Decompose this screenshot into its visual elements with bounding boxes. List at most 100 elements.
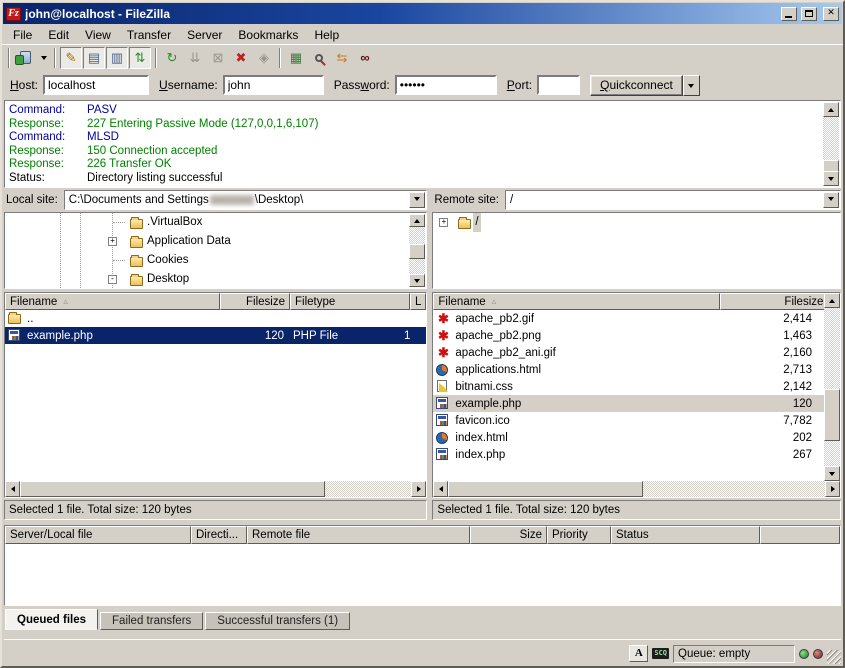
scroll-up-button[interactable] — [823, 102, 839, 117]
scroll-down-button[interactable] — [823, 171, 839, 186]
password-label: Password: — [334, 78, 390, 92]
site-manager-button[interactable] — [14, 47, 36, 69]
parent-directory-row[interactable]: .. — [5, 310, 426, 327]
tab-queued-files[interactable]: Queued files — [5, 609, 98, 630]
triangle-up-icon — [414, 216, 420, 223]
column-header-filename[interactable]: Filename▵ — [433, 293, 720, 310]
remote-list-hscrollbar[interactable] — [433, 481, 840, 497]
remote-file-row[interactable]: ✱apache_pb2.png1,463 — [433, 327, 840, 344]
remote-site-combo[interactable]: / — [505, 190, 841, 210]
menu-file[interactable]: File — [5, 26, 40, 44]
activity-led-red — [813, 649, 823, 659]
minimize-icon — [785, 16, 792, 18]
column-header-filename[interactable]: Filename▵ — [5, 293, 220, 310]
transfer-queue: Server/Local file Directi... Remote file… — [4, 525, 841, 606]
tree-item-cookies[interactable]: Cookies — [5, 251, 426, 270]
host-input[interactable] — [43, 75, 149, 95]
remote-file-row[interactable]: favicon.ico7,782 — [433, 412, 840, 429]
tree-item-application-data[interactable]: + Application Data — [5, 232, 426, 251]
log-scrollbar[interactable] — [823, 102, 839, 186]
maximize-button[interactable] — [801, 7, 817, 21]
php-file-icon — [436, 397, 450, 410]
tab-failed-transfers[interactable]: Failed transfers — [100, 612, 203, 630]
file-size: 1,463 — [722, 330, 822, 342]
local-site-combo[interactable]: C:\Documents and Settings\Desktop\ — [64, 190, 428, 210]
menu-transfer[interactable]: Transfer — [119, 26, 179, 44]
local-site-dropdown-button[interactable] — [409, 192, 425, 208]
expand-icon[interactable]: + — [439, 218, 448, 227]
speed-limit-icon[interactable]: SCQ — [652, 648, 669, 659]
toggle-transfer-queue-button[interactable]: ⇅ — [129, 47, 151, 69]
menu-help[interactable]: Help — [306, 26, 347, 44]
scrollbar-thumb[interactable] — [20, 481, 325, 497]
scroll-up-button[interactable] — [824, 293, 840, 308]
scroll-left-button[interactable] — [5, 481, 20, 497]
scroll-up-button[interactable] — [409, 214, 425, 227]
scroll-down-button[interactable] — [824, 466, 840, 481]
quickconnect-button[interactable]: Quickconnect — [590, 75, 683, 96]
remote-file-row[interactable]: ✱apache_pb2_ani.gif2,160 — [433, 344, 840, 361]
disconnect-button[interactable]: ✖ — [230, 47, 252, 69]
menu-bookmarks[interactable]: Bookmarks — [230, 26, 306, 44]
find-files-button[interactable]: ∞ — [354, 47, 376, 69]
remote-list-scrollbar[interactable] — [824, 293, 840, 481]
port-input[interactable] — [537, 75, 580, 95]
scrollbar-thumb[interactable] — [824, 389, 840, 441]
scroll-left-button[interactable] — [433, 481, 448, 497]
column-header-status[interactable]: Status — [611, 526, 760, 544]
column-header-priority[interactable]: Priority — [547, 526, 611, 544]
column-header-filesize[interactable]: Filesize — [720, 293, 828, 310]
close-button[interactable]: ✕ — [823, 7, 839, 21]
tree-item-root[interactable]: + / — [433, 213, 840, 232]
column-header-remote-file[interactable]: Remote file — [247, 526, 470, 544]
quickconnect-bar: Host: Username: Password: Port: Quickcon… — [2, 70, 843, 100]
resize-grip[interactable] — [827, 650, 841, 664]
remote-file-row[interactable]: index.html202 — [433, 429, 840, 446]
scroll-right-button[interactable] — [411, 481, 426, 497]
queue-tabs: Queued files Failed transfers Successful… — [4, 608, 841, 630]
refresh-button[interactable]: ↻ — [161, 47, 183, 69]
menu-edit[interactable]: Edit — [40, 26, 77, 44]
toggle-message-log-button[interactable]: ✎ — [60, 47, 82, 69]
remote-file-row-selected[interactable]: example.php120 — [433, 395, 840, 412]
remote-site-dropdown-button[interactable] — [823, 192, 839, 208]
synchronized-browsing-button[interactable]: ⇆ — [331, 47, 353, 69]
remote-file-row[interactable]: applications.html2,713 — [433, 361, 840, 378]
minimize-button[interactable] — [781, 7, 797, 21]
tree-item-desktop[interactable]: - Desktop — [5, 270, 426, 289]
expand-icon[interactable]: + — [108, 237, 117, 246]
scroll-right-button[interactable] — [825, 481, 840, 497]
transfer-type-icon[interactable]: A — [629, 645, 648, 662]
directory-comparison-button[interactable] — [308, 47, 330, 69]
column-header-filetype[interactable]: Filetype — [290, 293, 410, 310]
column-header-server-local-file[interactable]: Server/Local file — [5, 526, 191, 544]
remote-file-row[interactable]: index.php267 — [433, 446, 840, 463]
username-input[interactable] — [223, 75, 324, 95]
remote-file-row[interactable]: bitnami.css2,142 — [433, 378, 840, 395]
tab-successful-transfers[interactable]: Successful transfers (1) — [205, 612, 350, 630]
site-manager-dropdown-button[interactable] — [37, 47, 50, 69]
local-tree-scrollbar[interactable] — [409, 214, 425, 287]
tree-item-virtualbox[interactable]: .VirtualBox — [5, 213, 426, 232]
scrollbar-thumb[interactable] — [409, 244, 425, 259]
local-file-row-selected[interactable]: example.php 120 PHP File 1 — [5, 327, 426, 344]
menu-server[interactable]: Server — [179, 26, 230, 44]
local-list-hscrollbar[interactable] — [5, 481, 426, 497]
remote-file-row[interactable]: ✱apache_pb2.gif2,414 — [433, 310, 840, 327]
quickconnect-dropdown-button[interactable] — [683, 75, 700, 96]
toggle-local-tree-button[interactable]: ▤ — [83, 47, 105, 69]
password-input[interactable] — [395, 75, 497, 95]
filter-button[interactable]: ▦ — [285, 47, 307, 69]
toggle-remote-tree-button[interactable]: ▥ — [106, 47, 128, 69]
process-queue-button[interactable]: ⇊ — [184, 47, 206, 69]
scrollbar-thumb[interactable] — [448, 481, 643, 497]
column-header-filesize[interactable]: Filesize — [220, 293, 290, 310]
cancel-operation-button[interactable]: ⊠ — [207, 47, 229, 69]
collapse-icon[interactable]: - — [108, 275, 117, 284]
column-header-direction[interactable]: Directi... — [191, 526, 247, 544]
menu-view[interactable]: View — [77, 26, 119, 44]
scroll-down-button[interactable] — [409, 274, 425, 287]
column-header-size[interactable]: Size — [470, 526, 547, 544]
reconnect-button[interactable]: ◈ — [253, 47, 275, 69]
column-header-last-modified[interactable]: L — [410, 293, 426, 310]
